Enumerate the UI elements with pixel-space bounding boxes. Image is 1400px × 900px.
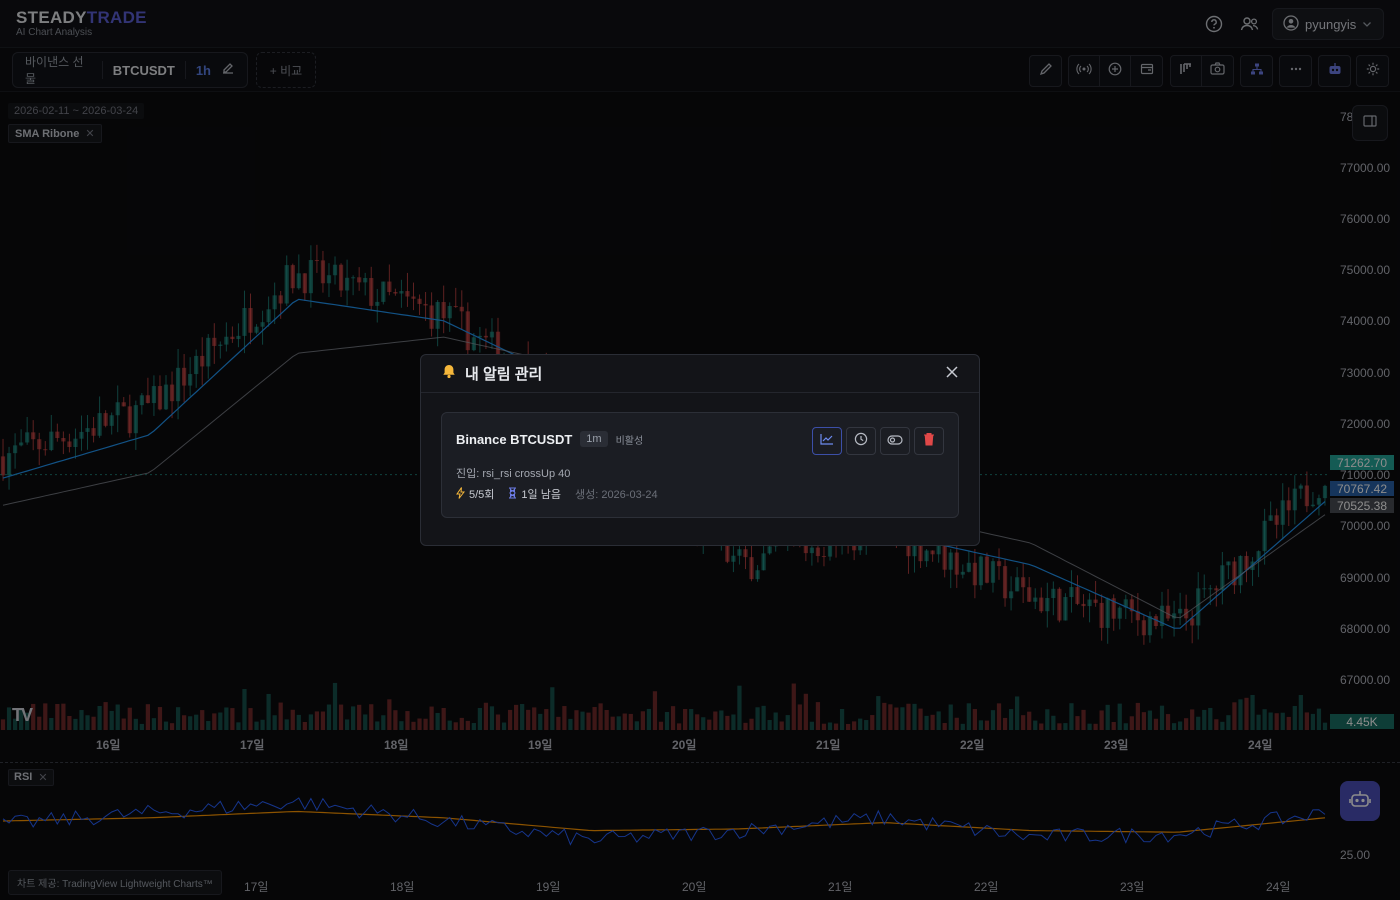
alert-condition: 진입: rsi_rsi crossUp 40 xyxy=(456,468,571,480)
toggle-active-button[interactable] xyxy=(880,427,910,455)
alert-status: 비활성 xyxy=(615,435,644,447)
modal-header: 내 알림 관리 xyxy=(421,355,979,393)
alert-card-title: Binance BTCUSDT 1m 비활성 xyxy=(456,431,643,447)
alert-created: 생성: 2026-03-24 xyxy=(574,489,658,501)
alert-count: 5/5회 xyxy=(456,486,494,502)
clock-icon xyxy=(854,432,868,451)
lightning-icon xyxy=(456,486,466,502)
alert-remaining-text: 1일 남음 xyxy=(521,489,561,501)
alert-manager-modal: 내 알림 관리 Binance BTCUSDT 1m 비활성 진입: rsi_r… xyxy=(420,354,980,546)
bell-icon xyxy=(441,363,457,384)
app-root: STEADYTRADE AI Chart Analysis pyungyis 바… xyxy=(0,0,1400,900)
modal-close-button[interactable] xyxy=(943,365,961,383)
history-button[interactable] xyxy=(846,427,876,455)
alert-remaining: 1일 남음 xyxy=(508,486,561,502)
alert-meta: 5/5회 1일 남음 생성: 2026-03-24 xyxy=(456,486,658,502)
view-chart-button[interactable] xyxy=(812,427,842,455)
alert-count-text: 5/5회 xyxy=(469,489,495,501)
modal-title: 내 알림 관리 xyxy=(465,366,543,383)
toggle-icon xyxy=(887,432,903,450)
line-chart-icon xyxy=(820,432,834,450)
alert-timeframe-badge: 1m xyxy=(580,431,608,447)
close-icon xyxy=(946,365,958,383)
alert-symbol: Binance BTCUSDT xyxy=(456,431,573,447)
delete-alert-button[interactable] xyxy=(914,427,944,455)
hourglass-icon xyxy=(508,487,517,502)
trash-icon xyxy=(923,432,935,451)
alert-card: Binance BTCUSDT 1m 비활성 진입: rsi_rsi cross… xyxy=(441,412,959,518)
alert-actions xyxy=(812,427,944,455)
